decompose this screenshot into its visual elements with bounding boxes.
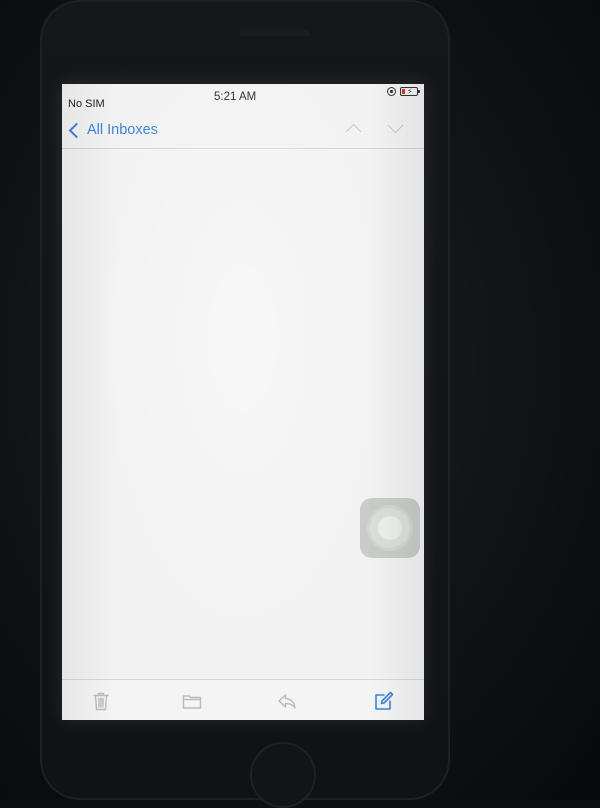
bottom-toolbar — [62, 679, 424, 720]
orientation-lock-icon — [387, 87, 396, 96]
assistive-touch-ring — [370, 508, 410, 548]
next-message-button[interactable] — [386, 117, 406, 136]
assistive-touch-button[interactable] — [360, 498, 420, 558]
compose-button[interactable] — [373, 690, 395, 712]
compose-icon — [375, 691, 394, 710]
reply-button[interactable] — [276, 690, 298, 712]
back-to-all-inboxes-button[interactable]: All Inboxes — [68, 122, 158, 138]
chevron-left-icon — [68, 122, 85, 138]
trash-button[interactable] — [90, 690, 112, 712]
mail-screen: No SIM 5:21 AM ⚡ All Inboxes — [62, 84, 424, 720]
message-body-area — [62, 149, 424, 677]
reply-icon — [278, 694, 296, 709]
back-button-label: All Inboxes — [87, 122, 158, 138]
assistive-touch-core — [378, 516, 402, 540]
home-button[interactable] — [250, 742, 316, 808]
folder-icon — [182, 695, 202, 709]
earpiece — [240, 30, 310, 36]
chevron-down-icon — [387, 117, 404, 134]
navigation-bar: All Inboxes — [62, 110, 424, 149]
status-bar: No SIM 5:21 AM ⚡ — [62, 84, 424, 110]
trash-icon — [93, 692, 109, 711]
move-to-folder-button[interactable] — [181, 690, 203, 712]
previous-message-button[interactable] — [344, 120, 364, 140]
carrier-label: No SIM — [68, 98, 105, 110]
status-indicators: ⚡ — [387, 87, 420, 96]
battery-level — [402, 89, 405, 94]
chevron-up-icon — [345, 123, 362, 140]
battery-icon: ⚡ — [400, 87, 420, 96]
charging-bolt-icon: ⚡ — [407, 87, 413, 96]
status-time: 5:21 AM — [214, 91, 257, 103]
